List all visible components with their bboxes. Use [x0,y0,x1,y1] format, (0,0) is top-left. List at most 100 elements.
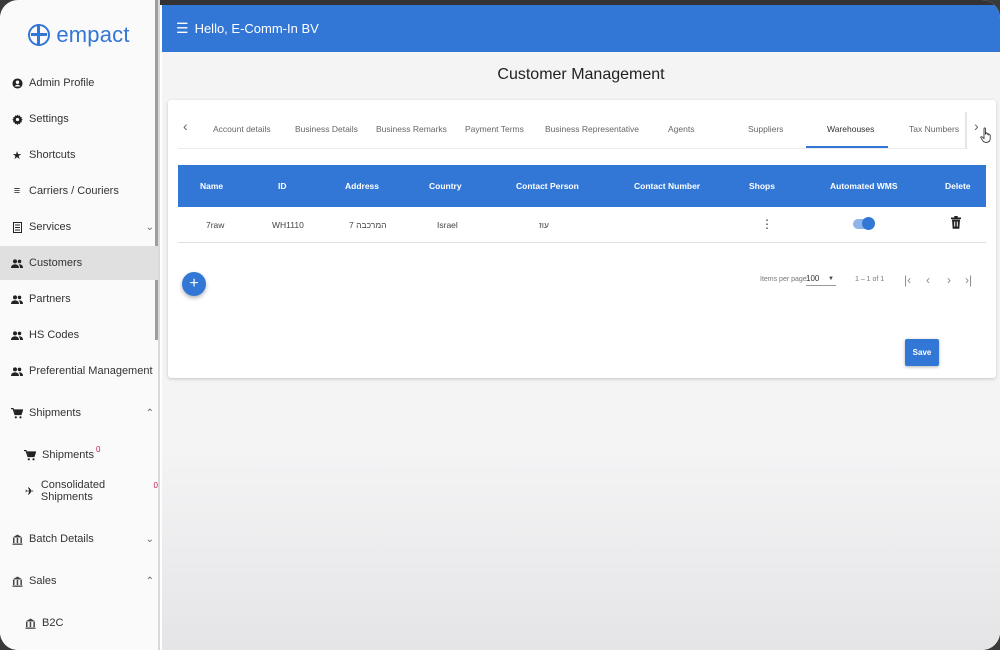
sidebar-item-customers[interactable]: Customers [0,246,158,280]
column-header-country[interactable]: Country [429,181,462,191]
items-per-page-label: Items per page: [760,276,809,283]
sidebar-item-sales[interactable]: Sales ⌃ [0,564,158,598]
tabs-scroll-left-icon[interactable]: ‹ [183,118,188,134]
sidebar-item-carriers[interactable]: ≡ Carriers / Couriers [0,174,158,208]
tab-payment-terms[interactable]: Payment Terms [465,124,524,134]
sidebar-item-label: Customers [29,257,83,269]
tabs-scroll-right-icon[interactable]: › [974,118,979,134]
chevron-up-icon: ⌃ [145,407,154,419]
sidebar-item-label: Shipments [42,449,94,461]
save-button[interactable]: Save [905,339,939,366]
warehouses-table: Name ID Address Country Contact Person C… [178,165,986,243]
logo-text: empact [56,22,130,47]
tab-bar: ‹ Account details Business Details Busin… [168,100,996,150]
sidebar-item-shortcuts[interactable]: ★ Shortcuts [0,138,158,172]
sidebar-item-settings[interactable]: Settings [0,102,158,136]
hand-cursor-icon [980,127,992,143]
sidebar-item-partners[interactable]: Partners [0,282,158,316]
column-header-id[interactable]: ID [278,181,287,191]
tab-business-details[interactable]: Business Details [295,124,358,134]
page-title: Customer Management [497,66,665,83]
tabs-divider [178,148,968,149]
sidebar-item-admin-profile[interactable]: Admin Profile [0,66,158,100]
tab-account-details[interactable]: Account details [213,124,271,134]
sidebar-item-label: Batch Details [29,533,94,545]
last-page-icon[interactable]: ›| [965,273,972,287]
column-header-name[interactable]: Name [200,181,223,191]
sidebar-item-label: Consolidated Shipments [40,479,106,503]
sidebar-item-label: Shipments [29,407,81,419]
sidebar-item-batch-details[interactable]: Batch Details ⌄ [0,522,158,556]
sidebar-item-label: Admin Profile [29,77,95,89]
notification-badge: 0 [95,444,101,454]
bank-icon [9,534,25,545]
column-header-contact-number[interactable]: Contact Number [634,181,700,191]
sidebar-item-label: HS Codes [29,329,80,341]
table-header: Name ID Address Country Contact Person C… [178,165,986,207]
delete-icon[interactable] [951,216,961,229]
notification-badge: 0 [153,480,158,490]
menu-icon[interactable]: ☰ [176,20,189,37]
bank-icon [22,618,38,629]
chevron-up-icon: ⌃ [145,575,154,587]
cell-address: המרכבה 7 [349,220,387,230]
top-bar: ☰ Hello, E-Comm-In BV [162,5,1000,52]
tab-business-remarks[interactable]: Business Remarks [376,124,447,134]
people-icon [9,366,25,376]
previous-page-icon[interactable]: ‹ [926,273,930,287]
toggle-knob [862,217,875,230]
column-header-delete[interactable]: Delete [945,181,971,191]
first-page-icon[interactable]: |‹ [904,273,911,287]
list-icon: ≡ [13,185,21,197]
sidebar-item-consolidated-shipments[interactable]: ✈ Consolidated Shipments 0 [0,474,158,508]
column-header-address[interactable]: Address [345,181,379,191]
airplane-icon: ✈ [24,485,35,498]
people-icon [9,258,25,268]
sidebar-item-services[interactable]: Services ⌄ [0,210,158,244]
sidebar-item-label: Preferential Management [29,365,153,377]
sidebar-item-preferential-management[interactable]: Preferential Management [0,354,158,388]
tab-agents[interactable]: Agents [668,124,694,134]
document-icon [9,221,25,233]
sidebar-item-label: Services [29,221,72,233]
tab-suppliers[interactable]: Suppliers [748,124,783,134]
automated-wms-toggle[interactable] [853,217,875,230]
tab-tax-numbers[interactable]: Tax Numbers [909,124,959,134]
chevron-down-icon: ⌄ [145,533,154,545]
sidebar-item-label: B2C [42,617,64,629]
people-icon [9,330,25,340]
cart-icon [22,449,38,461]
add-warehouse-button[interactable]: + [182,272,206,296]
sidebar-item-label: Partners [29,293,71,305]
column-header-contact-person[interactable]: Contact Person [516,181,579,191]
items-per-page-value: 100 [806,274,820,283]
star-icon: ★ [12,149,22,162]
column-header-shops[interactable]: Shops [749,181,775,191]
column-header-automated-wms[interactable]: Automated WMS [830,181,898,191]
sidebar-item-label: Settings [29,113,69,125]
sidebar-item-shipments[interactable]: Shipments 0 [0,438,158,472]
more-vert-icon[interactable]: ⋮ [761,218,773,230]
cell-country: Israel [437,220,458,230]
sidebar-item-hs-codes[interactable]: HS Codes [0,318,158,352]
sidebar-item-label: Sales [29,575,57,587]
cell-contact-person: עוז [539,220,549,230]
gear-icon [9,113,25,125]
account-icon [9,77,25,89]
next-page-icon[interactable]: › [947,273,951,287]
app-window: empact Admin Profile Settings ★ Shortcut… [0,0,1000,650]
sidebar-item-b2c[interactable]: B2C [0,606,158,640]
sidebar-item-shipments-group[interactable]: Shipments ⌃ [0,396,158,430]
table-row[interactable]: 7raw WH1110 המרכבה 7 Israel עוז ⋮ [178,207,986,243]
sidebar-item-label: Carriers / Couriers [29,185,119,197]
tab-business-representative[interactable]: Business Representative [545,124,639,134]
caret-down-icon: ▼ [828,276,834,282]
cart-icon [9,407,25,419]
tab-warehouses[interactable]: Warehouses [827,124,874,134]
logo[interactable]: empact [0,0,158,70]
people-icon [9,294,25,304]
sidebar-item-label: Shortcuts [29,149,76,161]
greeting: Hello, E-Comm-In BV [194,21,319,36]
main-content: Customer Management ‹ Account details Bu… [162,52,1000,650]
tabs-edge-divider [965,112,967,148]
